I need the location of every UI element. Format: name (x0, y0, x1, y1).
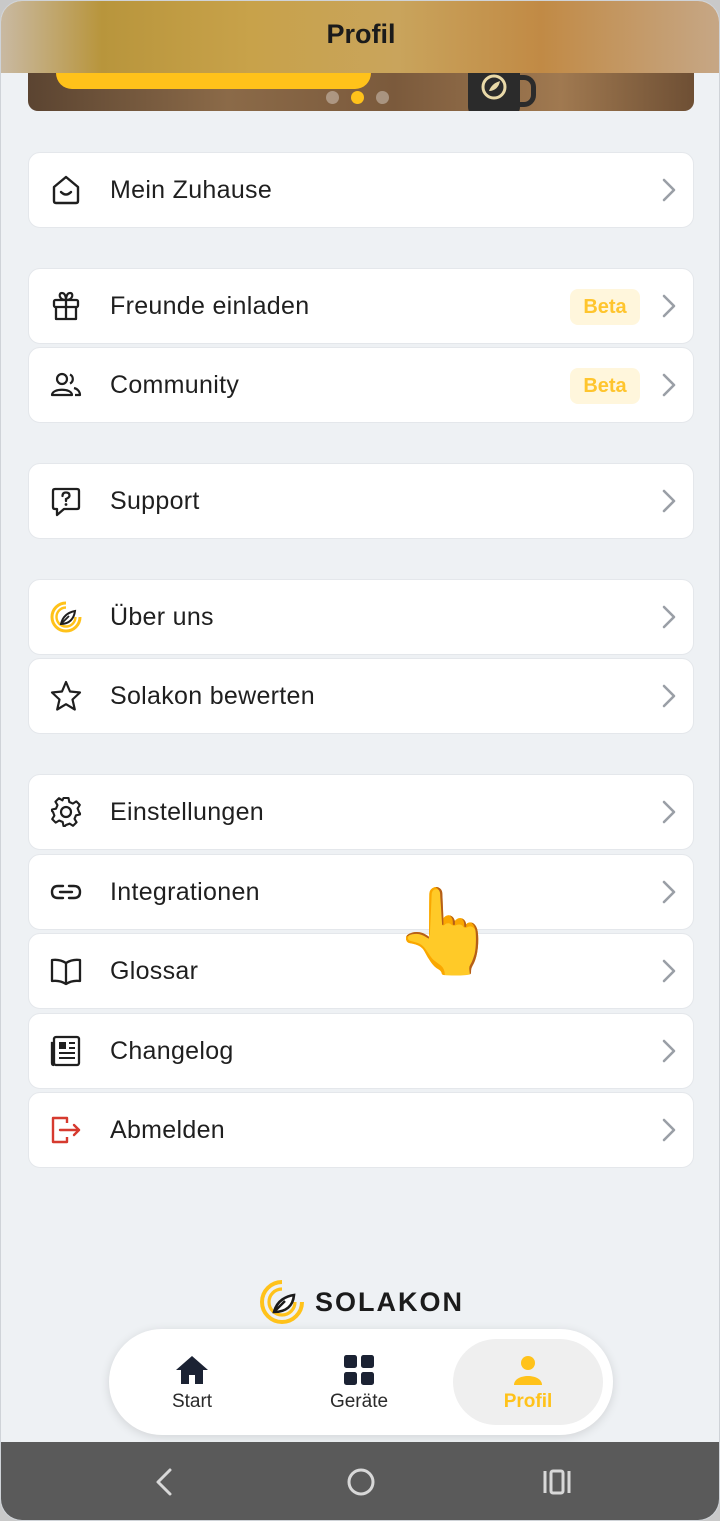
solakon-logo-icon (481, 74, 507, 100)
mug-image (468, 67, 536, 111)
nav-geraete[interactable]: Geräte (284, 1329, 434, 1435)
chevron-right-icon (662, 605, 676, 629)
chevron-right-icon (662, 1118, 676, 1142)
menu-item-glossar[interactable]: Glossar (28, 933, 694, 1009)
star-icon (50, 680, 82, 711)
menu-item-label: Glossar (110, 957, 199, 985)
menu-item-solakon-bewerten[interactable]: Solakon bewerten (28, 658, 694, 734)
chevron-right-icon (662, 880, 676, 904)
gift-icon (52, 291, 80, 321)
menu-item-changelog[interactable]: Changelog (28, 1013, 694, 1089)
menu-item-label: Support (110, 487, 200, 515)
menu-item-mein-zuhause[interactable]: Mein Zuhause (28, 152, 694, 228)
chevron-right-icon (662, 959, 676, 983)
menu-item-label: Solakon bewerten (110, 682, 315, 710)
bottom-navigation: Start Geräte Profil (109, 1329, 613, 1435)
menu-item-label: Über uns (110, 603, 214, 631)
menu-item-label: Freunde einladen (110, 292, 310, 320)
solakon-logo-icon (50, 601, 82, 633)
recents-icon[interactable] (537, 1462, 577, 1502)
newspaper-icon (50, 1035, 81, 1067)
carousel-dot[interactable] (326, 91, 339, 104)
help-chat-icon (51, 487, 81, 517)
menu-item-support[interactable]: Support (28, 463, 694, 539)
top-app-bar: Profil (1, 1, 719, 73)
nav-profil[interactable]: Profil (453, 1329, 603, 1435)
menu-item-label: Einstellungen (110, 798, 265, 826)
menu-item-ueber-uns[interactable]: Über uns (28, 579, 694, 655)
person-icon (514, 1356, 542, 1385)
menu-item-integrationen[interactable]: Integrationen (28, 854, 694, 930)
page-title: Profil (326, 19, 396, 49)
nav-label: Profil (503, 1391, 553, 1412)
chevron-right-icon (662, 1039, 676, 1063)
menu-item-label: Community (110, 371, 240, 399)
beta-badge: Beta (570, 368, 640, 404)
link-icon (50, 884, 82, 900)
menu-item-freunde-einladen[interactable]: Freunde einladen Beta (28, 268, 694, 344)
menu-item-label: Mein Zuhause (110, 176, 273, 204)
menu-item-label: Changelog (110, 1037, 234, 1065)
carousel-dot-active[interactable] (351, 91, 364, 104)
nav-start[interactable]: Start (117, 1329, 267, 1435)
home-circle-icon[interactable] (341, 1462, 381, 1502)
menu-item-einstellungen[interactable]: Einstellungen (28, 774, 694, 850)
logout-icon (51, 1116, 81, 1144)
carousel-dots (326, 91, 389, 104)
menu-item-community[interactable]: Community Beta (28, 347, 694, 423)
house-icon (176, 1356, 208, 1384)
menu-item-abmelden[interactable]: Abmelden (28, 1092, 694, 1168)
profile-screen: Profil Mein Zuhause Freunde einladen Bet… (0, 0, 720, 1521)
book-icon (50, 958, 82, 986)
carousel-dot[interactable] (376, 91, 389, 104)
nav-label: Start (171, 1391, 213, 1412)
back-icon[interactable] (145, 1462, 185, 1502)
chevron-right-icon (662, 294, 676, 318)
chevron-right-icon (662, 800, 676, 824)
gear-icon (50, 796, 82, 828)
chevron-right-icon (662, 489, 676, 513)
menu-item-label: Abmelden (110, 1116, 225, 1144)
brand-logo: SOLAKON (259, 1278, 464, 1326)
system-navigation-bar (1, 1442, 719, 1520)
grid-icon (344, 1355, 374, 1385)
nav-label: Geräte (329, 1391, 389, 1412)
chevron-right-icon (662, 178, 676, 202)
chevron-right-icon (662, 684, 676, 708)
home-icon (52, 175, 80, 205)
beta-badge: Beta (570, 289, 640, 325)
solakon-logo-icon (260, 1280, 304, 1324)
users-icon (50, 372, 82, 397)
menu-item-label: Integrationen (110, 878, 260, 906)
brand-name: SOLAKON (315, 1286, 464, 1317)
pointing-hand-cursor: 👆 (393, 884, 498, 978)
chevron-right-icon (662, 373, 676, 397)
